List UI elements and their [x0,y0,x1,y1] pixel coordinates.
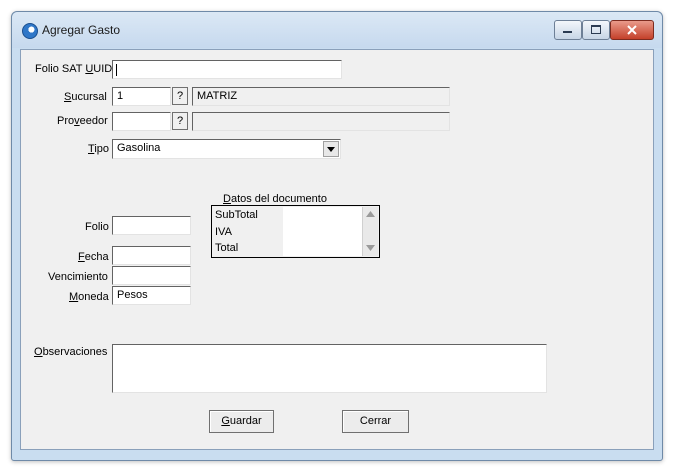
moneda-input[interactable]: Pesos [112,286,191,305]
proveedor-lookup-button[interactable]: ? [172,112,188,130]
minimize-icon [563,31,572,33]
scroll-up-arrow-icon[interactable] [366,211,375,217]
window-title: Agregar Gasto [42,23,121,37]
maximize-icon [591,25,601,34]
observaciones-textarea[interactable] [112,344,547,393]
folio-sat-uuid-label: Folio SAT UUID [35,63,113,75]
cerrar-button[interactable]: Cerrar [342,410,409,433]
fecha-label: Fecha [78,251,109,263]
folio-input[interactable] [112,216,191,235]
tipo-label: Tipo [88,143,109,155]
proveedor-label: Proveedor [57,115,108,127]
fecha-input[interactable] [112,246,191,265]
app-icon [22,23,38,39]
folio-label: Folio [85,221,109,233]
observaciones-label: Observaciones [34,346,108,358]
guardar-button[interactable]: Guardar [209,410,274,433]
sucursal-label: Sucursal [64,91,107,103]
minimize-button[interactable] [554,20,582,40]
sucursal-input[interactable]: 1 [112,87,171,106]
scroll-down-arrow-icon[interactable] [366,245,375,251]
grid-value-column[interactable] [283,207,362,256]
dialog-window: Agregar Gasto Folio SAT UUID Sucursal 1 … [11,11,663,461]
maximize-button[interactable] [582,20,610,40]
proveedor-name-field [192,112,450,131]
grid-name-column: SubTotal IVA Total [213,207,283,256]
datos-documento-label: Datos del documento [223,193,327,205]
dropdown-button[interactable] [323,141,339,157]
chevron-down-icon [327,147,335,152]
title-bar[interactable]: Agregar Gasto [12,12,662,48]
moneda-label: Moneda [69,291,109,303]
dialog-client-area: Folio SAT UUID Sucursal 1 ? MATRIZ Prove… [20,49,654,450]
tipo-selected-value: Gasolina [117,142,161,154]
datos-documento-grid[interactable]: SubTotal IVA Total [211,205,380,258]
proveedor-input[interactable] [112,112,171,131]
grid-scrollbar[interactable] [362,207,378,256]
grid-row-subtotal: SubTotal [215,209,258,221]
vencimiento-input[interactable] [112,266,191,285]
folio-sat-uuid-input[interactable] [112,60,342,79]
close-icon [627,25,637,35]
tipo-select[interactable]: Gasolina [112,139,341,159]
vencimiento-label: Vencimiento [48,271,108,283]
text-caret [116,64,117,76]
close-button[interactable] [610,20,654,40]
grid-row-iva: IVA [215,226,232,238]
grid-row-total: Total [215,242,239,254]
sucursal-name-field: MATRIZ [192,87,450,106]
sucursal-lookup-button[interactable]: ? [172,87,188,105]
